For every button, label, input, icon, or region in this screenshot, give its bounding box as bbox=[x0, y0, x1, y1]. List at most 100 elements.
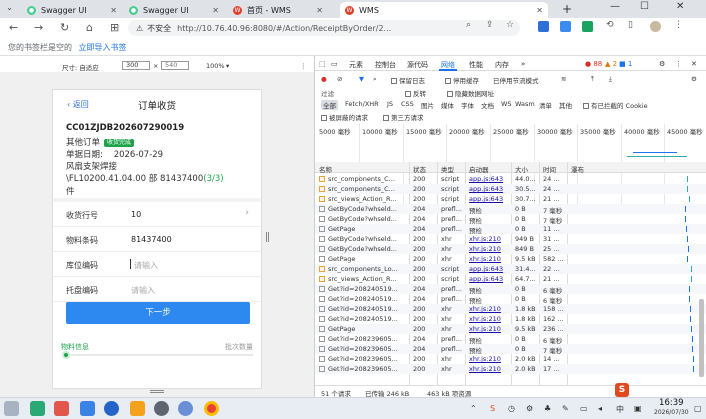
table-row[interactable]: Get?id=208239605... 204 prefl... 预检 0 B6 毫秒 bbox=[315, 334, 706, 345]
new-tab-button[interactable]: + bbox=[562, 2, 572, 16]
extensions-icon[interactable]: ⊞ bbox=[110, 21, 119, 34]
next-step-button[interactable]: 下一步 bbox=[66, 302, 250, 324]
request-initiator[interactable]: xhr.js:210 bbox=[469, 315, 511, 323]
table-row[interactable]: GetByCode?whseld... 204 prefl... 预检 0 B7 毫秒 bbox=[315, 214, 706, 225]
request-initiator[interactable]: xhr.js:210 bbox=[469, 355, 511, 363]
request-initiator[interactable]: app.js:643 bbox=[469, 195, 511, 203]
request-initiator[interactable]: xhr.js:210 bbox=[469, 245, 511, 253]
table-row[interactable]: GetByCode?whseld... 200 xhr xhr.js:210 949 B… bbox=[315, 234, 706, 244]
reload-icon[interactable]: ↻ bbox=[60, 21, 69, 34]
request-initiator[interactable]: xhr.js:210 bbox=[469, 365, 511, 373]
resize-handle-vertical[interactable] bbox=[266, 232, 269, 242]
tab-console[interactable]: 控制台 bbox=[375, 60, 396, 70]
filter-other[interactable]: 其他 bbox=[559, 100, 572, 110]
filter-ws[interactable]: WS bbox=[501, 100, 512, 108]
gear-icon[interactable]: ⚙ bbox=[691, 75, 697, 83]
device-size-select[interactable]: 尺寸: 自适应 bbox=[62, 62, 99, 72]
notification-icon[interactable]: ▢ bbox=[694, 404, 702, 413]
filter-media[interactable]: 媒体 bbox=[441, 100, 454, 110]
speaker-icon[interactable]: ◂ bbox=[598, 404, 602, 413]
clear-icon[interactable]: ⊘ bbox=[337, 75, 342, 83]
request-initiator[interactable]: app.js:643 bbox=[469, 185, 511, 193]
filter-css[interactable]: CSS bbox=[401, 100, 414, 108]
request-initiator[interactable]: app.js:643 bbox=[469, 175, 511, 183]
zoom-select[interactable]: 100% bbox=[206, 62, 225, 70]
filter-manifest[interactable]: 清单 bbox=[539, 100, 552, 110]
close-icon[interactable]: ✕ bbox=[212, 6, 219, 15]
close-icon[interactable]: ✕ bbox=[110, 6, 117, 15]
tab-elements[interactable]: 元素 bbox=[349, 60, 363, 70]
blocked-requests-checkbox[interactable]: 被屏蔽的请求 bbox=[321, 112, 368, 122]
table-row[interactable]: GetByCode?whseld... 200 xhr xhr.js:210 849 B… bbox=[315, 244, 706, 254]
preserve-log-checkbox[interactable]: 保留日志 bbox=[391, 75, 425, 85]
tab-wms-home[interactable]: W 首页 - WMS ✕ bbox=[228, 2, 328, 18]
network-icon[interactable]: ▣ bbox=[634, 404, 642, 413]
import-bookmarks-link[interactable]: 立即导入书签 bbox=[79, 43, 127, 52]
filter-all[interactable]: 全部 bbox=[321, 100, 338, 110]
tab-memory[interactable]: 内存 bbox=[495, 60, 509, 70]
filter-js[interactable]: JS bbox=[387, 100, 393, 108]
field-location-code[interactable]: 库位编码 请输入 bbox=[53, 252, 261, 277]
device-width-input[interactable]: 300 bbox=[122, 61, 150, 70]
battery-icon[interactable]: ▭ bbox=[580, 404, 588, 413]
table-row[interactable]: src_components_Lo... 200 script app.js:643 3… bbox=[315, 264, 706, 274]
tab-performance[interactable]: 性能 bbox=[469, 60, 483, 70]
app-icon[interactable] bbox=[154, 401, 169, 416]
table-row[interactable]: GetByCode?whseld... 204 prefl... 预检 0 B7 毫秒 bbox=[315, 204, 706, 215]
address-bar[interactable]: ⚠ 不安全 http://10.76.40.96:8080/#/Action/R… bbox=[128, 20, 520, 36]
request-initiator[interactable]: xhr.js:210 bbox=[469, 305, 511, 313]
tab-wms[interactable]: W WMS ✕ bbox=[340, 2, 548, 18]
app-icon[interactable] bbox=[30, 401, 45, 416]
search-icon[interactable]: ⌕ bbox=[373, 75, 377, 84]
wifi-icon[interactable]: ≋ bbox=[561, 75, 566, 83]
start-icon[interactable] bbox=[4, 401, 19, 416]
sidebar-icon[interactable]: ▯ bbox=[628, 20, 633, 30]
clock[interactable]: 16:39 2026/07/30 bbox=[654, 399, 689, 417]
tray-icon[interactable]: ◷ bbox=[508, 404, 515, 413]
app-icon[interactable] bbox=[54, 401, 69, 416]
avatar[interactable] bbox=[650, 21, 661, 32]
record-icon[interactable]: ● bbox=[321, 75, 327, 83]
more-menu-icon[interactable]: ⋮ bbox=[675, 60, 682, 68]
table-row[interactable]: Get?id=208240519... 204 prefl... 预检 0 B6 毫秒 bbox=[315, 294, 706, 305]
device-height-input[interactable]: 540 bbox=[161, 61, 189, 70]
request-initiator[interactable]: xhr.js:210 bbox=[469, 325, 511, 333]
column-time[interactable]: 时间 bbox=[543, 164, 556, 174]
share-icon[interactable]: ⇪ bbox=[486, 20, 494, 30]
table-row[interactable]: GetPage 200 xhr xhr.js:210 9.5 kB 582 ... bbox=[315, 254, 706, 264]
ime-logo-icon[interactable]: S bbox=[615, 383, 629, 397]
request-initiator[interactable]: xhr.js:210 bbox=[469, 255, 511, 263]
more-menu-icon[interactable]: ⋮ bbox=[674, 20, 683, 30]
request-initiator[interactable]: xhr.js:210 bbox=[469, 235, 511, 243]
field-pallet-code[interactable]: 托盘编码 请输入 bbox=[53, 277, 261, 302]
table-row[interactable]: Get?id=208240519... 204 prefl... 预检 0 B6 毫秒 bbox=[315, 284, 706, 295]
request-initiator[interactable]: app.js:643 bbox=[469, 265, 511, 273]
more-tabs-icon[interactable]: » bbox=[521, 60, 525, 68]
extension-icon[interactable] bbox=[582, 21, 593, 32]
close-icon[interactable]: ✕ bbox=[691, 60, 697, 68]
tab-swagger-1[interactable]: ● Swagger UI ✕ bbox=[22, 2, 122, 18]
request-initiator[interactable]: app.js:643 bbox=[469, 275, 511, 283]
ime-mode[interactable]: 中 bbox=[616, 404, 624, 415]
table-row[interactable]: Get?id=208239605... 200 xhr xhr.js:210 2.0 k… bbox=[315, 364, 706, 374]
app-icon[interactable] bbox=[178, 401, 193, 416]
tray-icon[interactable]: ♣ bbox=[544, 404, 551, 413]
app-icon[interactable] bbox=[130, 401, 145, 416]
info-count[interactable]: ■ 1 bbox=[619, 60, 632, 68]
forward-arrow-icon[interactable]: → bbox=[34, 21, 43, 34]
throttle-select[interactable]: 已停用节流模式 bbox=[493, 75, 539, 85]
column-type[interactable]: 类型 bbox=[441, 164, 454, 174]
tray-icon[interactable]: ✎ bbox=[562, 404, 569, 413]
close-icon[interactable]: ✕ bbox=[536, 6, 543, 15]
progress-handle[interactable] bbox=[62, 351, 70, 359]
table-row[interactable]: Get?id=208239605... 204 prefl... 预检 0 B7 毫秒 bbox=[315, 344, 706, 355]
home-icon[interactable]: ⌂ bbox=[86, 21, 93, 34]
warning-count[interactable]: ▲ 2 bbox=[605, 60, 617, 68]
table-row[interactable]: Get?id=208240519... 200 xhr xhr.js:210 1.8 k… bbox=[315, 304, 706, 314]
filter-doc[interactable]: 文档 bbox=[481, 100, 494, 110]
table-row[interactable]: GetPage 204 prefl... 预检 0 B 11 ... bbox=[315, 224, 706, 235]
filter-input[interactable]: 过滤 bbox=[321, 88, 334, 98]
resize-handle-horizontal[interactable] bbox=[150, 390, 164, 393]
bookmark-star-icon[interactable]: ☆ bbox=[506, 20, 514, 30]
tray-icon[interactable]: ⚙ bbox=[526, 404, 533, 413]
